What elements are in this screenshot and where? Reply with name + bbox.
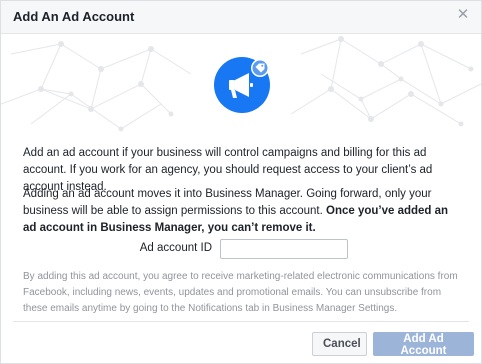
hero-banner xyxy=(1,34,481,136)
dialog-header: Add An Ad Account ✕ xyxy=(1,1,481,34)
ad-account-id-label: Ad account ID xyxy=(139,242,212,254)
add-ad-account-dialog: Add An Ad Account ✕ Add an ad account if… xyxy=(0,0,482,364)
ad-account-id-input[interactable] xyxy=(220,239,348,259)
dialog-title: Add An Ad Account xyxy=(13,9,135,24)
footer-divider xyxy=(13,321,469,322)
warning-paragraph: Adding an ad account moves it into Busin… xyxy=(23,186,463,237)
marketing-disclaimer: By adding this ad account, you agree to … xyxy=(23,271,458,314)
close-icon[interactable]: ✕ xyxy=(455,7,471,23)
cancel-button[interactable]: Cancel xyxy=(312,332,367,356)
tag-icon xyxy=(251,59,269,77)
megaphone-icon xyxy=(214,57,270,113)
ad-account-id-row: Ad account ID xyxy=(1,239,481,261)
add-ad-account-button[interactable]: Add Ad Account xyxy=(373,332,474,357)
